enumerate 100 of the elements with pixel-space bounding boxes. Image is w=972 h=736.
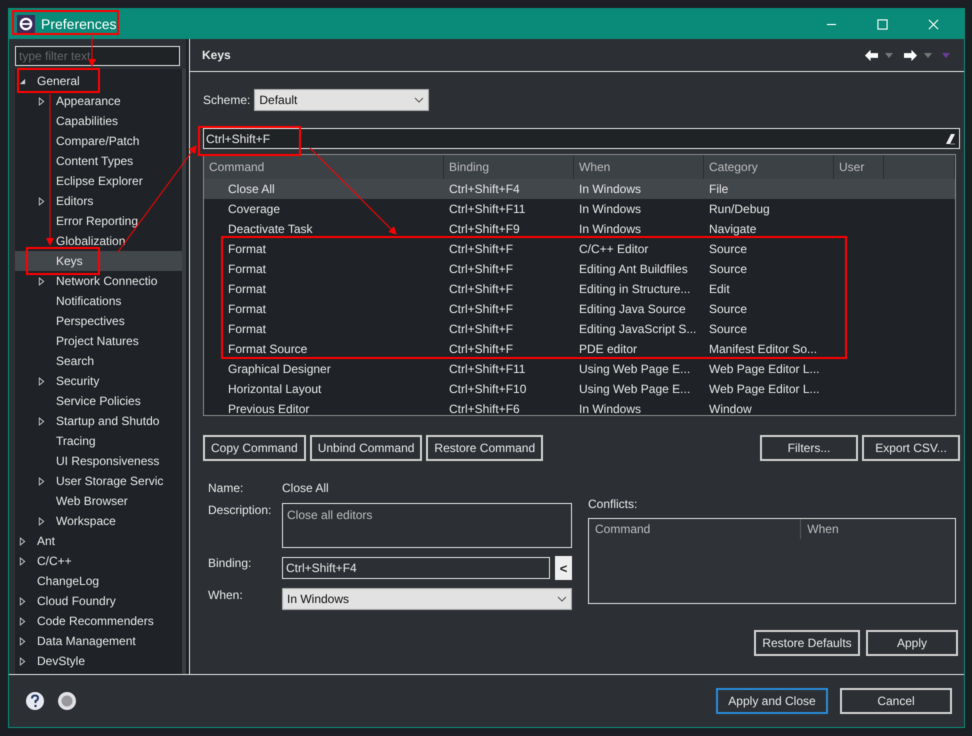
table-row[interactable]: Format Ctrl+Shift+F Editing JavaScript S... Source <box>204 319 955 339</box>
table-cell-text: In Windows <box>578 201 642 218</box>
tree-item[interactable]: Capabilities <box>15 111 182 131</box>
tree-item[interactable]: Project Natures <box>15 331 182 351</box>
maximize-icon[interactable] <box>877 18 888 30</box>
tree-item[interactable]: DevStyle <box>15 651 182 671</box>
tree-item[interactable]: Eclipse Explorer <box>15 171 182 191</box>
expander-icon[interactable] <box>19 556 26 566</box>
table-row[interactable]: Close All Ctrl+Shift+F4 In Windows File <box>204 179 955 199</box>
table-cell-text: Graphical Designer <box>227 361 332 378</box>
page-button[interactable]: Apply <box>866 630 958 656</box>
record-icon[interactable] <box>57 691 77 711</box>
tree-item[interactable]: Web Browser <box>15 491 182 511</box>
expander-icon[interactable] <box>38 376 45 386</box>
tree-item[interactable]: Ant <box>15 531 182 551</box>
expander-icon[interactable] <box>38 96 45 106</box>
tree-item[interactable]: ChangeLog <box>15 571 182 591</box>
tree-item[interactable]: UI Responsiveness <box>15 451 182 471</box>
table-action-button[interactable]: Export CSV... <box>862 435 960 461</box>
table-cell-text: Ctrl+Shift+F11 <box>448 361 526 378</box>
column-header[interactable]: When <box>801 519 955 539</box>
tree-item[interactable]: Editors <box>15 191 182 211</box>
expander-icon[interactable] <box>38 476 45 486</box>
table-action-button[interactable]: Filters... <box>760 435 858 461</box>
table-cell-text: Ctrl+Shift+F <box>448 301 514 318</box>
page-button[interactable]: Restore Defaults <box>754 630 860 656</box>
column-header[interactable]: Command <box>589 519 802 539</box>
search-field[interactable]: Ctrl+Shift+F <box>203 128 960 149</box>
tree-item[interactable]: Appearance <box>15 91 182 111</box>
tree-item[interactable]: Perspectives <box>15 311 182 331</box>
tree-item[interactable]: Error Reporting <box>15 211 182 231</box>
conflicts-label: Conflicts: <box>588 497 638 511</box>
table-cell-text: Source <box>708 241 748 258</box>
table-action-button[interactable]: Copy Command <box>203 435 306 461</box>
tree-item[interactable]: Service Policies <box>15 391 182 411</box>
table-row[interactable]: Format Ctrl+Shift+F Editing in Structure... Edit <box>204 279 955 299</box>
table-row[interactable]: Graphical Designer Ctrl+Shift+F11 Using Web Page E... Web Page Editor L... <box>204 359 955 379</box>
tree-item[interactable]: Cloud Foundry <box>15 591 182 611</box>
tree-item[interactable]: General <box>15 71 182 91</box>
table-row[interactable]: Format Ctrl+Shift+F Editing Ant Buildfiles Source <box>204 259 955 279</box>
tree-item[interactable]: Tracing <box>15 431 182 451</box>
table-row[interactable]: Horizontal Layout Ctrl+Shift+F10 Using Web Page E... Web Page Editor L... <box>204 379 955 399</box>
expander-icon[interactable] <box>19 656 26 666</box>
dropdown-caret-icon[interactable] <box>885 52 893 58</box>
table-row[interactable]: Format Ctrl+Shift+F Editing Java Source Source <box>204 299 955 319</box>
table-row[interactable]: Coverage Ctrl+Shift+F11 In Windows Run/Debug <box>204 199 955 219</box>
dropdown-caret-icon[interactable] <box>924 52 932 58</box>
scheme-label: Scheme: <box>203 93 250 107</box>
tree-item[interactable]: Globalization <box>15 231 182 251</box>
table-cell-text: Ctrl+Shift+F <box>448 321 514 338</box>
table-cell-text: Ctrl+Shift+F6 <box>448 401 521 415</box>
tree-item[interactable]: Notifications <box>15 291 182 311</box>
tree-item[interactable]: Security <box>15 371 182 391</box>
close-icon[interactable] <box>928 18 939 30</box>
table-cell-text: Ctrl+Shift+F10 <box>448 381 528 398</box>
help-icon[interactable] <box>25 691 45 711</box>
tree-item[interactable]: Data Management <box>15 631 182 651</box>
forward-arrow-icon[interactable] <box>903 48 918 62</box>
table-row[interactable]: Deactivate Task Ctrl+Shift+F9 In Windows Navigate <box>204 219 955 239</box>
expander-icon[interactable] <box>19 596 26 606</box>
chevron-down-icon[interactable] <box>557 596 567 602</box>
tree-item[interactable]: Startup and Shutdo <box>15 411 182 431</box>
expander-icon[interactable] <box>38 276 45 286</box>
description-field[interactable]: Close all editors <box>282 503 572 548</box>
expander-icon[interactable] <box>19 636 26 646</box>
expander-icon[interactable] <box>38 416 45 426</box>
filter-field[interactable]: type filter text <box>15 46 180 66</box>
tree-item[interactable]: Keys <box>15 251 182 271</box>
table-cell-text: Ctrl+Shift+F <box>448 241 514 258</box>
chevron-down-icon[interactable] <box>414 97 424 103</box>
scheme-dropdown[interactable]: Default <box>254 89 430 111</box>
tree-item[interactable]: Content Types <box>15 151 182 171</box>
table-cell-text: Ctrl+Shift+F11 <box>448 201 526 218</box>
tree-item[interactable]: Compare/Patch <box>15 131 182 151</box>
dialog-button[interactable]: Cancel <box>840 688 952 714</box>
table-row[interactable]: Format Ctrl+Shift+F C/C++ Editor Source <box>204 239 955 259</box>
tree-item[interactable]: User Storage Servic <box>15 471 182 491</box>
table-action-button[interactable]: Unbind Command <box>310 435 422 461</box>
expander-icon[interactable] <box>19 616 26 626</box>
binding-field[interactable]: Ctrl+Shift+F4 <box>282 557 550 579</box>
tree-item[interactable]: C/C++ <box>15 551 182 571</box>
dialog-button[interactable]: Apply and Close <box>716 688 828 714</box>
table-cell-text: Source <box>708 321 748 338</box>
clear-icon[interactable] <box>943 132 955 144</box>
when-dropdown[interactable]: In Windows <box>282 588 572 610</box>
binding-menu-button[interactable]: < <box>555 556 572 580</box>
table-cell-text: Previous Editor <box>227 401 310 415</box>
table-row[interactable]: Format Source Ctrl+Shift+F PDE editor Manifest Editor So... <box>204 339 955 359</box>
expander-icon[interactable] <box>19 76 26 86</box>
table-action-button[interactable]: Restore Command <box>426 435 544 461</box>
expander-icon[interactable] <box>38 516 45 526</box>
tree-item[interactable]: Search <box>15 351 182 371</box>
back-arrow-icon[interactable] <box>864 48 879 62</box>
name-value: Close All <box>282 481 330 495</box>
tree-item[interactable]: Code Recommenders <box>15 611 182 631</box>
expander-icon[interactable] <box>38 196 45 206</box>
tree-item[interactable]: Workspace <box>15 511 182 531</box>
table-row[interactable]: Previous Editor Ctrl+Shift+F6 In Windows Window <box>204 399 955 415</box>
tree-item[interactable]: Network Connectio <box>15 271 182 291</box>
expander-icon[interactable] <box>19 536 26 546</box>
